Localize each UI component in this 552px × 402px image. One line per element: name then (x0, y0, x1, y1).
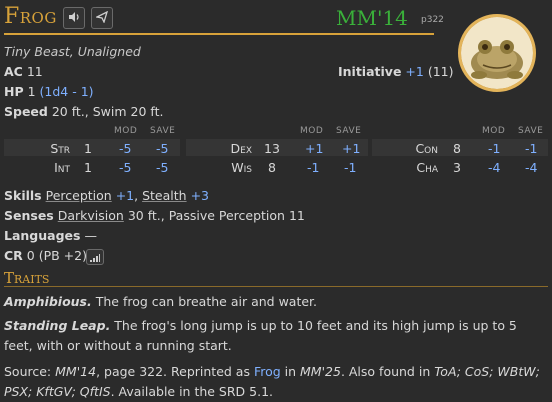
sense-darkvision[interactable]: Darkvision (58, 208, 124, 223)
ability-score-int: 1 (84, 160, 92, 175)
speaker-button[interactable] (63, 7, 85, 29)
ability-save-wis[interactable]: -1 (344, 160, 356, 175)
initiative-score: (11) (427, 64, 454, 79)
challenge-rating: CR 0 (PB +2) (4, 248, 87, 263)
trait-text: The frog can breathe air and water. (91, 294, 318, 309)
ability-mod-int[interactable]: -5 (119, 160, 131, 175)
traits-heading: Traits (4, 269, 50, 287)
speed-label: Speed (4, 104, 48, 119)
speed-value: 20 ft., Swim 20 ft. (51, 104, 164, 119)
ability-name-str: Str (50, 141, 70, 156)
creature-type: Tiny Beast, Unaligned (4, 44, 141, 59)
ability-name-wis: Wis (231, 160, 252, 175)
frog-image (461, 17, 533, 89)
skill-perception[interactable]: Perception (46, 188, 112, 203)
mod-header: MOD (114, 126, 138, 136)
skills: Skills Perception +1, Stealth +3 (4, 188, 209, 203)
traits-divider (4, 286, 548, 287)
ability-mod-wis[interactable]: -1 (307, 160, 319, 175)
save-header: SAVE (336, 126, 362, 136)
armor-class: AC 11 (4, 64, 43, 79)
source-text: . Available in the SRD 5.1. (110, 384, 274, 399)
send-to-button[interactable] (91, 7, 113, 29)
languages: Languages — (4, 228, 97, 243)
ability-mod-dex[interactable]: +1 (305, 141, 323, 156)
skills-separator: , (134, 188, 139, 203)
header-divider (4, 33, 434, 35)
ability-save-int[interactable]: -5 (156, 160, 168, 175)
source-label: Source: (4, 364, 52, 379)
initiative-roll[interactable]: +1 (405, 64, 423, 79)
ability-score-con: 8 (453, 141, 461, 156)
ability-score-cha: 3 (453, 160, 461, 175)
source-book2: MM'25 (300, 364, 341, 379)
source-abbrev-link[interactable]: MM'14 (336, 6, 408, 30)
senses: Senses Darkvision 30 ft., Passive Percep… (4, 208, 305, 223)
ability-mod-cha[interactable]: -4 (488, 160, 500, 175)
ac-label: AC (4, 64, 23, 79)
save-header: SAVE (150, 126, 176, 136)
bars-icon (90, 250, 100, 265)
reprint-link[interactable]: Frog (254, 364, 281, 379)
ability-save-str[interactable]: -5 (156, 141, 168, 156)
source-text: . Also found in (340, 364, 435, 379)
ability-name-int: Int (54, 160, 70, 175)
ability-save-dex[interactable]: +1 (342, 141, 360, 156)
source-text: , page 322. Reprinted as (96, 364, 254, 379)
cr-scale-button[interactable] (86, 249, 104, 265)
ac-value: 11 (26, 64, 43, 79)
ability-score-str: 1 (84, 141, 92, 156)
skill-stealth[interactable]: Stealth (142, 188, 186, 203)
ability-name-cha: Cha (416, 160, 438, 175)
send-icon (95, 10, 109, 26)
cr-label: CR (4, 248, 23, 263)
ability-name-con: Con (415, 141, 438, 156)
hit-points: HP 1 (1d4 - 1) (4, 84, 94, 99)
ability-mod-con[interactable]: -1 (488, 141, 500, 156)
ability-score-wis: 8 (268, 160, 276, 175)
source-book: MM'14 (55, 364, 97, 379)
ability-save-cha[interactable]: -4 (525, 160, 537, 175)
skill-stealth-roll[interactable]: +3 (191, 188, 209, 203)
ability-mod-str[interactable]: -5 (119, 141, 131, 156)
initiative: Initiative +1 (11) (338, 64, 454, 79)
trait-amphibious: Amphibious. The frog can breathe air and… (4, 292, 544, 312)
creature-name: Frog (4, 4, 57, 29)
initiative-label: Initiative (338, 64, 402, 79)
skills-label: Skills (4, 188, 42, 203)
hp-label: HP (4, 84, 24, 99)
languages-value: — (84, 228, 97, 243)
source-line: Source: MM'14, page 322. Reprinted as Fr… (4, 362, 544, 402)
stat-row-bg (4, 139, 180, 156)
trait-name: Amphibious. (4, 294, 92, 309)
creature-portrait[interactable] (458, 14, 536, 92)
mod-header: MOD (482, 126, 506, 136)
ability-save-con[interactable]: -1 (525, 141, 537, 156)
languages-label: Languages (4, 228, 81, 243)
senses-rest: 30 ft., Passive Perception 11 (127, 208, 305, 223)
speaker-icon (68, 11, 80, 26)
source-page: p322 (421, 15, 444, 25)
ability-name-dex: Dex (230, 141, 252, 156)
ability-score-dex: 13 (264, 141, 280, 156)
senses-label: Senses (4, 208, 54, 223)
trait-name: Standing Leap. (4, 318, 111, 333)
speed: Speed 20 ft., Swim 20 ft. (4, 104, 163, 119)
source-text: in (280, 364, 301, 379)
trait-standing-leap: Standing Leap. The frog's long jump is u… (4, 316, 544, 356)
mod-header: MOD (300, 126, 324, 136)
hp-value: 1 (27, 84, 36, 99)
hp-formula[interactable]: (1d4 - 1) (40, 84, 94, 99)
cr-value: 0 (PB +2) (26, 248, 87, 263)
skill-perception-roll[interactable]: +1 (116, 188, 134, 203)
save-header: SAVE (518, 126, 544, 136)
